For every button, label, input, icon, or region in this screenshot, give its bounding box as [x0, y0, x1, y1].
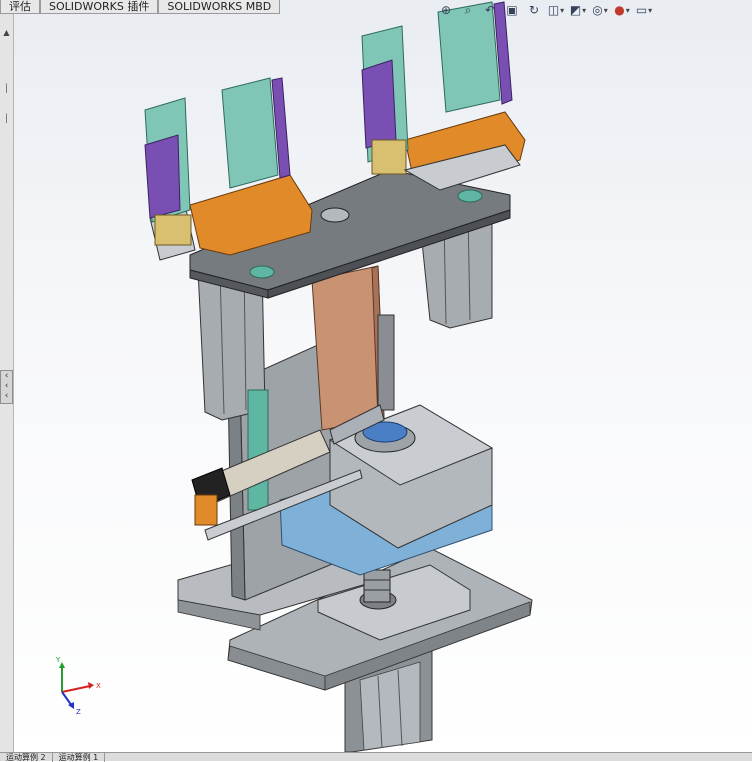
- previous-view-button[interactable]: ↶: [480, 0, 500, 20]
- zoom-to-area-button[interactable]: ⌕: [458, 0, 478, 20]
- dynamic-annotation-icon: ↻: [528, 3, 540, 17]
- command-manager-tabs: 评估 SOLIDWORKS 插件 SOLIDWORKS MBD: [0, 0, 281, 14]
- previous-view-icon: ↶: [484, 3, 496, 17]
- tab-solidworks-mbd[interactable]: SOLIDWORKS MBD: [158, 0, 281, 14]
- triad-y-label: Y: [55, 656, 61, 664]
- display-style-button[interactable]: ◩ ▾: [568, 0, 588, 20]
- tab-evaluate[interactable]: 评估: [0, 0, 40, 14]
- zoom-to-fit-icon: ⊕: [440, 3, 452, 17]
- right-gripper: [361, 1, 526, 191]
- heads-up-view-toolbar: ⊕ ⌕ ↶ ▣ ↻ ◫ ▾ ◩ ▾ ◎ ▾ ● ▾ ▭ ▾: [436, 0, 654, 20]
- tab-solidworks-addins[interactable]: SOLIDWORKS 插件: [40, 0, 159, 14]
- chevron-down-icon: ▾: [603, 5, 608, 15]
- chevron-down-icon: ▾: [648, 5, 653, 15]
- edit-appearance-icon: ●: [614, 3, 625, 17]
- motion-study-tabs: 运动算例 2 运动算例 1: [0, 752, 752, 762]
- scroll-marker: │: [4, 84, 9, 93]
- hide-show-items-button[interactable]: ◎ ▾: [590, 0, 610, 20]
- scroll-up-arrow-icon[interactable]: ▲: [2, 28, 11, 38]
- hide-show-items-icon: ◎: [592, 3, 603, 17]
- chevron-down-icon: ▾: [625, 5, 630, 15]
- zoom-to-fit-button[interactable]: ⊕: [436, 0, 456, 20]
- triad-z-label: Z: [76, 708, 81, 716]
- zoom-to-area-icon: ⌕: [464, 2, 472, 17]
- view-orientation-button[interactable]: ◫ ▾: [546, 0, 566, 20]
- left-gripper: [144, 77, 313, 261]
- triad-x-label: X: [96, 682, 101, 690]
- assembly-model: [144, 1, 533, 752]
- feature-tree-panel-edge: ▲ │ │ ‹ ‹ ‹: [0, 14, 14, 752]
- section-view-button[interactable]: ▣: [502, 0, 522, 20]
- display-style-icon: ◩: [569, 3, 582, 17]
- apply-scene-icon: ▭: [635, 3, 648, 17]
- scroll-marker: │: [4, 114, 9, 123]
- dynamic-annotation-button[interactable]: ↻: [524, 0, 544, 20]
- apply-scene-button[interactable]: ▭ ▾: [634, 0, 654, 20]
- copper-tube: [311, 265, 395, 431]
- chevron-down-icon: ▾: [560, 5, 565, 15]
- chevron-down-icon: ▾: [582, 5, 587, 15]
- edit-appearance-button[interactable]: ● ▾: [612, 0, 632, 20]
- graphics-area[interactable]: Y X Z: [14, 0, 752, 752]
- coordinate-triad: Y X Z: [55, 656, 101, 716]
- view-orientation-icon: ◫: [547, 3, 560, 17]
- panel-collapse-handle[interactable]: ‹ ‹ ‹: [0, 370, 13, 404]
- section-view-icon: ▣: [506, 3, 518, 17]
